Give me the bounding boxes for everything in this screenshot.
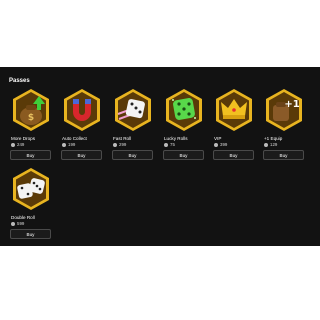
buy-button-double-roll[interactable]: Buy <box>10 229 51 239</box>
pass-card-lucky-rolls[interactable]: Lucky Rolls 75 Buy <box>162 88 208 164</box>
robux-icon <box>11 142 15 147</box>
robux-icon <box>62 142 66 147</box>
pass-price: 249 <box>11 142 57 147</box>
buy-button-plus-one-equip[interactable]: Buy <box>263 150 304 160</box>
pass-card-vip[interactable]: VIP 399 Buy <box>212 88 258 164</box>
pass-price: 75 <box>164 142 210 147</box>
pass-name: +1 Equip <box>264 136 283 141</box>
robux-icon <box>113 142 117 147</box>
robux-icon <box>11 221 15 226</box>
pass-card-more-drops[interactable]: $ More Drops 249 Buy <box>9 88 55 164</box>
pass-card-fast-roll[interactable]: Fast Roll 299 Buy <box>111 88 157 164</box>
pass-card-plus-one-equip[interactable]: +1 +1 Equip 129 Buy <box>262 88 308 164</box>
passes-panel: Passes $ More Drops 249 Buy Auto Collect… <box>0 67 320 246</box>
pass-price: 199 <box>62 142 108 147</box>
robux-icon <box>214 142 218 147</box>
section-title: Passes <box>9 78 30 84</box>
pass-price: 129 <box>264 142 310 147</box>
plus-one-bag-icon: +1 <box>262 88 306 132</box>
svg-text:+1: +1 <box>284 99 299 110</box>
pass-price: 599 <box>11 221 57 226</box>
pass-name: VIP <box>214 136 222 141</box>
pass-card-double-roll[interactable]: Double Roll 599 Buy <box>9 167 55 243</box>
pass-price: 299 <box>113 142 159 147</box>
pass-name: Auto Collect <box>62 136 87 141</box>
pass-card-auto-collect[interactable]: Auto Collect 199 Buy <box>60 88 106 164</box>
pass-price: 399 <box>214 142 260 147</box>
pass-name: More Drops <box>11 136 35 141</box>
money-bag-arrow-icon: $ <box>9 88 53 132</box>
pass-name: Fast Roll <box>113 136 132 141</box>
robux-icon <box>264 142 268 147</box>
magnet-icon <box>60 88 104 132</box>
buy-button-more-drops[interactable]: Buy <box>10 150 51 160</box>
green-dice-icon <box>162 88 206 132</box>
speed-dice-icon <box>111 88 155 132</box>
svg-text:$: $ <box>28 113 34 123</box>
robux-icon <box>164 142 168 147</box>
buy-button-fast-roll[interactable]: Buy <box>112 150 153 160</box>
pass-name: Lucky Rolls <box>164 136 188 141</box>
crown-icon <box>212 88 256 132</box>
buy-button-auto-collect[interactable]: Buy <box>61 150 102 160</box>
pass-name: Double Roll <box>11 215 35 220</box>
buy-button-vip[interactable]: Buy <box>213 150 254 160</box>
buy-button-lucky-rolls[interactable]: Buy <box>163 150 204 160</box>
double-dice-icon <box>9 167 53 211</box>
